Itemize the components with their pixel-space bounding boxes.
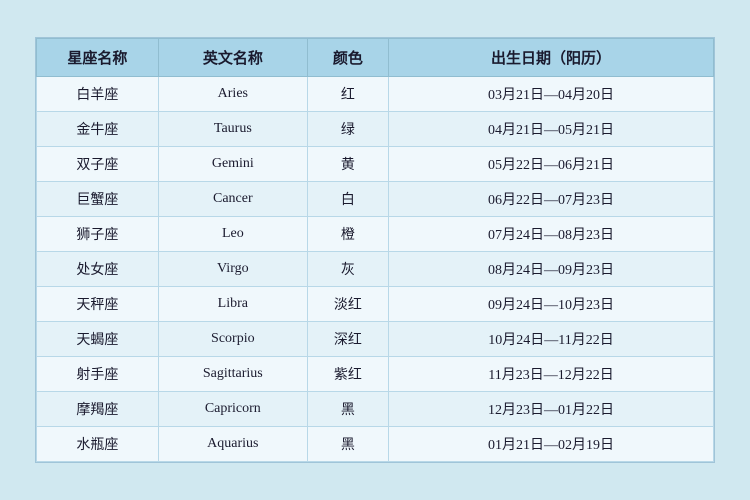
cell-date: 06月22日—07月23日	[389, 182, 714, 217]
header-color: 颜色	[307, 39, 388, 77]
cell-color: 黄	[307, 147, 388, 182]
zodiac-table: 星座名称 英文名称 颜色 出生日期（阳历） 白羊座Aries红03月21日—04…	[36, 38, 714, 462]
cell-chinese: 天蝎座	[37, 322, 159, 357]
cell-chinese: 白羊座	[37, 77, 159, 112]
cell-color: 黑	[307, 427, 388, 462]
cell-english: Aquarius	[158, 427, 307, 462]
table-row: 摩羯座Capricorn黑12月23日—01月22日	[37, 392, 714, 427]
zodiac-table-container: 星座名称 英文名称 颜色 出生日期（阳历） 白羊座Aries红03月21日—04…	[35, 37, 715, 463]
header-english: 英文名称	[158, 39, 307, 77]
cell-date: 11月23日—12月22日	[389, 357, 714, 392]
cell-chinese: 水瓶座	[37, 427, 159, 462]
table-row: 射手座Sagittarius紫红11月23日—12月22日	[37, 357, 714, 392]
table-row: 天秤座Libra淡红09月24日—10月23日	[37, 287, 714, 322]
table-row: 天蝎座Scorpio深红10月24日—11月22日	[37, 322, 714, 357]
table-row: 巨蟹座Cancer白06月22日—07月23日	[37, 182, 714, 217]
cell-color: 橙	[307, 217, 388, 252]
cell-english: Scorpio	[158, 322, 307, 357]
cell-color: 紫红	[307, 357, 388, 392]
cell-chinese: 处女座	[37, 252, 159, 287]
cell-color: 灰	[307, 252, 388, 287]
cell-english: Sagittarius	[158, 357, 307, 392]
table-body: 白羊座Aries红03月21日—04月20日金牛座Taurus绿04月21日—0…	[37, 77, 714, 462]
cell-color: 绿	[307, 112, 388, 147]
cell-date: 09月24日—10月23日	[389, 287, 714, 322]
cell-english: Cancer	[158, 182, 307, 217]
cell-english: Virgo	[158, 252, 307, 287]
table-row: 处女座Virgo灰08月24日—09月23日	[37, 252, 714, 287]
cell-date: 01月21日—02月19日	[389, 427, 714, 462]
header-chinese: 星座名称	[37, 39, 159, 77]
cell-date: 05月22日—06月21日	[389, 147, 714, 182]
cell-chinese: 狮子座	[37, 217, 159, 252]
cell-chinese: 天秤座	[37, 287, 159, 322]
cell-english: Taurus	[158, 112, 307, 147]
cell-english: Aries	[158, 77, 307, 112]
cell-color: 白	[307, 182, 388, 217]
cell-date: 08月24日—09月23日	[389, 252, 714, 287]
table-row: 狮子座Leo橙07月24日—08月23日	[37, 217, 714, 252]
cell-date: 07月24日—08月23日	[389, 217, 714, 252]
cell-chinese: 射手座	[37, 357, 159, 392]
cell-date: 12月23日—01月22日	[389, 392, 714, 427]
cell-chinese: 金牛座	[37, 112, 159, 147]
cell-english: Gemini	[158, 147, 307, 182]
header-date: 出生日期（阳历）	[389, 39, 714, 77]
cell-date: 03月21日—04月20日	[389, 77, 714, 112]
table-row: 水瓶座Aquarius黑01月21日—02月19日	[37, 427, 714, 462]
cell-english: Capricorn	[158, 392, 307, 427]
cell-color: 红	[307, 77, 388, 112]
cell-date: 10月24日—11月22日	[389, 322, 714, 357]
table-row: 双子座Gemini黄05月22日—06月21日	[37, 147, 714, 182]
cell-color: 黑	[307, 392, 388, 427]
cell-english: Leo	[158, 217, 307, 252]
table-row: 金牛座Taurus绿04月21日—05月21日	[37, 112, 714, 147]
cell-chinese: 摩羯座	[37, 392, 159, 427]
cell-color: 深红	[307, 322, 388, 357]
cell-color: 淡红	[307, 287, 388, 322]
table-row: 白羊座Aries红03月21日—04月20日	[37, 77, 714, 112]
table-header-row: 星座名称 英文名称 颜色 出生日期（阳历）	[37, 39, 714, 77]
cell-english: Libra	[158, 287, 307, 322]
cell-chinese: 双子座	[37, 147, 159, 182]
cell-chinese: 巨蟹座	[37, 182, 159, 217]
cell-date: 04月21日—05月21日	[389, 112, 714, 147]
